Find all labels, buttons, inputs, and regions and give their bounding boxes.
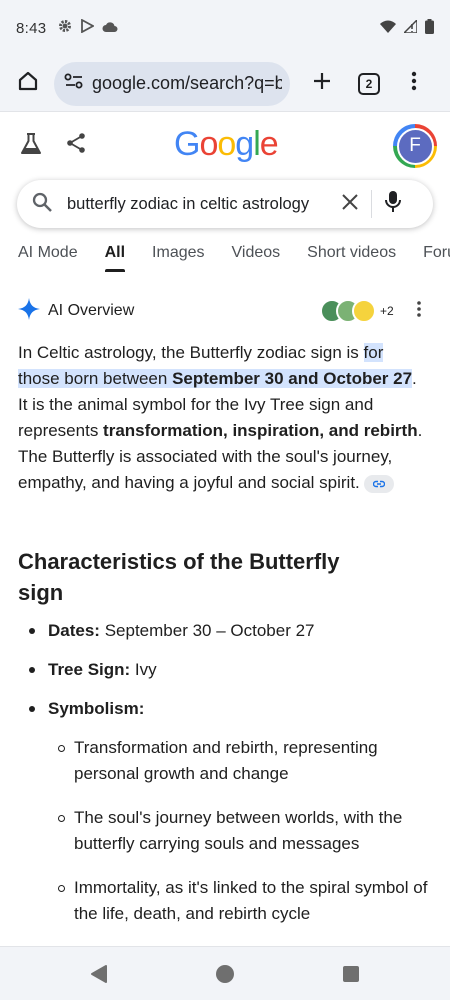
tab-short-videos[interactable]: Short videos <box>307 238 396 272</box>
logo-letter: e <box>259 125 279 163</box>
avatar: F <box>396 127 434 165</box>
item-label: Tree Sign: <box>48 660 131 679</box>
more-vert-icon[interactable] <box>416 300 422 323</box>
nav-home-icon[interactable] <box>216 965 234 983</box>
characteristics-list: Dates: September 30 – October 27 Tree Si… <box>18 618 428 945</box>
sources-more-count: +2 <box>380 304 394 318</box>
logo-letter: o <box>199 125 218 163</box>
tab-videos[interactable]: Videos <box>232 238 281 272</box>
section-title: Characteristics of the Butterfly sign <box>18 549 340 605</box>
sparkle-icon <box>18 297 40 325</box>
more-vert-icon <box>411 71 417 96</box>
wifi-icon <box>380 20 396 37</box>
address-bar[interactable]: google.com/search?q=b <box>54 61 290 106</box>
url-text[interactable]: google.com/search?q=b <box>92 73 282 94</box>
search-tabs: AI Mode All Images Videos Short videos F… <box>0 238 450 272</box>
site-info-icon[interactable] <box>64 73 84 94</box>
search-input[interactable]: butterfly zodiac in celtic astrology <box>67 195 331 214</box>
settings-icon <box>58 19 72 37</box>
item-value: September 30 – October 27 <box>99 621 315 640</box>
ai-overview-header: AI Overview +2 <box>18 296 432 326</box>
item-value: Ivy <box>130 660 157 679</box>
search-icon <box>31 191 53 218</box>
search-divider <box>371 190 372 218</box>
tab-switcher-icon[interactable]: 2 <box>358 72 380 95</box>
new-tab-button[interactable] <box>304 66 340 102</box>
item-label: Symbolism: <box>48 699 145 718</box>
status-bar: 8:43 <box>0 0 450 56</box>
ai-overview-label: AI Overview <box>48 302 135 319</box>
tab-forums[interactable]: Forums <box>423 238 450 272</box>
list-item: Tree Sign: Ivy <box>18 657 428 682</box>
clear-icon[interactable] <box>341 193 359 216</box>
item-label: Dates: <box>48 621 100 640</box>
browser-menu-button[interactable] <box>396 66 432 102</box>
system-nav-bar <box>0 946 450 1000</box>
google-header: Google F <box>0 113 450 177</box>
sub-list-item: Transformation and rebirth, representing… <box>18 735 428 787</box>
home-button[interactable] <box>10 66 46 102</box>
search-box[interactable]: butterfly zodiac in celtic astrology <box>17 180 433 228</box>
list-item: Symbolism: <box>18 696 428 721</box>
plus-icon <box>312 71 332 96</box>
symbolism-sublist: Transformation and rebirth, representing… <box>18 735 428 927</box>
text-run: In Celtic astrology, the Butterfly zodia… <box>18 343 364 362</box>
logo-letter: G <box>174 125 200 163</box>
tab-ai-mode[interactable]: AI Mode <box>18 238 78 272</box>
list-item: Dates: September 30 – October 27 <box>18 618 428 643</box>
signal-icon <box>402 17 418 37</box>
flask-icon[interactable] <box>18 131 44 162</box>
nav-back-icon[interactable] <box>90 964 108 989</box>
sub-list-item: The soul's journey between worlds, with … <box>18 805 428 857</box>
nav-recents-icon[interactable] <box>343 966 359 982</box>
logo-letter: o <box>217 125 236 163</box>
cloud-icon <box>102 20 118 37</box>
tab-all[interactable]: All <box>104 238 126 272</box>
sub-list-item: Immortality, as it's linked to the spira… <box>18 875 428 927</box>
play-store-icon <box>80 18 96 37</box>
share-icon[interactable] <box>64 131 88 160</box>
source-thumbnails[interactable]: +2 <box>320 299 394 323</box>
account-avatar-button[interactable]: F <box>393 124 437 168</box>
battery-icon <box>425 18 434 38</box>
tab-images[interactable]: Images <box>152 238 204 272</box>
link-icon[interactable] <box>363 474 394 493</box>
status-time: 8:43 <box>16 19 47 37</box>
ai-overview-text: In Celtic astrology, the Butterfly zodia… <box>18 340 423 496</box>
text-run-bold: September 30 and October 27 <box>172 369 413 388</box>
source-thumbnail <box>352 299 376 323</box>
text-run-bold: transformation, inspiration, and rebirth <box>103 421 418 440</box>
mic-icon[interactable] <box>384 190 402 219</box>
google-logo[interactable]: Google <box>174 125 279 164</box>
logo-letter: g <box>235 125 254 163</box>
home-icon <box>17 70 39 97</box>
tab-count: 2 <box>365 76 373 91</box>
browser-toolbar: google.com/search?q=b 2 <box>0 56 450 112</box>
